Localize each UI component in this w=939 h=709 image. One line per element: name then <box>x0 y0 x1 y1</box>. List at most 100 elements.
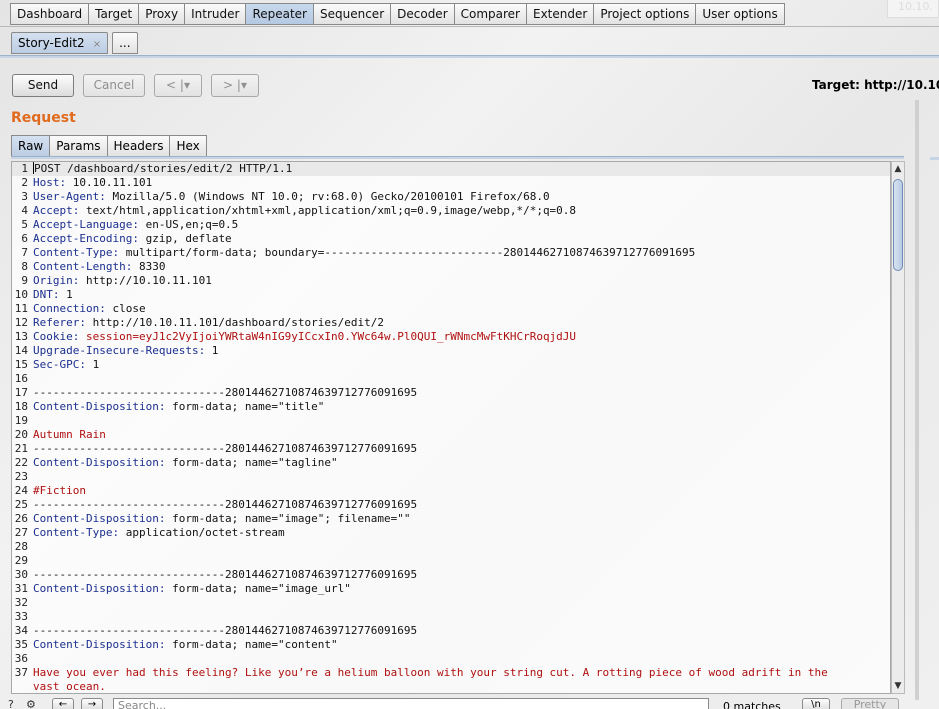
editor-line[interactable]: 21 -----------------------------280144627… <box>12 442 890 456</box>
editor-line[interactable]: 1 POST /dashboard/stories/edit/2 HTTP/1.1 <box>12 162 890 176</box>
line-number: 35 <box>14 638 28 651</box>
tab-comparer[interactable]: Comparer <box>453 3 526 25</box>
cancel-button[interactable]: Cancel <box>83 74 145 97</box>
editor-line[interactable]: 15 Sec-GPC: 1 <box>12 358 890 372</box>
editor-line[interactable]: 18 Content-Disposition: form-data; name="… <box>12 400 890 414</box>
help-icon[interactable]: ? <box>8 698 14 709</box>
scroll-down-icon[interactable]: ▼ <box>893 680 903 692</box>
line-text: Content-Disposition: form-data; name="ta… <box>33 456 338 470</box>
line-number: 17 <box>14 386 28 399</box>
editor-line[interactable]: 35 Content-Disposition: form-data; name="… <box>12 638 890 652</box>
header-value: multipart/form-data; boundary=----------… <box>119 246 696 259</box>
line-text: Sec-GPC: 1 <box>33 358 99 372</box>
target-label[interactable]: Target: http://10.10. <box>812 78 939 92</box>
tab-extender[interactable]: Extender <box>526 3 594 25</box>
header-value: Mozilla/5.0 (Windows NT 10.0; rv:68.0) G… <box>105 190 550 203</box>
line-number: 15 <box>14 358 28 371</box>
tab-headers[interactable]: Headers <box>106 135 170 157</box>
newline-toggle-button[interactable]: \n <box>802 698 830 709</box>
editor-line[interactable]: 8 Content-Length: 8330 <box>12 260 890 274</box>
request-editor[interactable]: 1 POST /dashboard/stories/edit/2 HTTP/1.1… <box>11 161 891 694</box>
editor-line[interactable]: 20 Autumn Rain <box>12 428 890 442</box>
editor-line[interactable]: 27 Content-Type: application/octet-stream <box>12 526 890 540</box>
tab-decoder[interactable]: Decoder <box>390 3 454 25</box>
editor-line[interactable]: 33 <box>12 610 890 624</box>
editor-line[interactable]: 14 Upgrade-Insecure-Requests: 1 <box>12 344 890 358</box>
tab-target[interactable]: Target <box>88 3 139 25</box>
pretty-button[interactable]: Pretty <box>841 698 899 709</box>
next-match-button[interactable]: → <box>81 698 103 709</box>
back-button[interactable]: < |▾ <box>154 74 202 97</box>
editor-line[interactable]: vast ocean. <box>12 680 890 693</box>
line-number: 14 <box>14 344 28 357</box>
line-text: Host: 10.10.11.101 <box>33 176 152 190</box>
tab-params[interactable]: Params <box>49 135 107 157</box>
line-text: Origin: http://10.10.11.101 <box>33 274 212 288</box>
response-tab-strip <box>930 157 939 160</box>
editor-line[interactable]: 29 <box>12 554 890 568</box>
header-name: Content-Disposition: <box>33 400 166 413</box>
tab-sequencer[interactable]: Sequencer <box>313 3 391 25</box>
editor-line[interactable]: 6 Accept-Encoding: gzip, deflate <box>12 232 890 246</box>
editor-line[interactable]: 19 <box>12 414 890 428</box>
send-button[interactable]: Send <box>12 74 74 97</box>
header-name: Origin: <box>33 274 80 287</box>
header-name: Host: <box>33 176 67 189</box>
new-tab-button[interactable]: ... <box>112 32 138 54</box>
request-view-tabs: Raw Params Headers Hex <box>11 135 207 157</box>
tab-label: Story-Edit2 <box>18 36 85 50</box>
search-input[interactable]: Search... <box>113 698 709 709</box>
editor-line[interactable]: 25 -----------------------------280144627… <box>12 498 890 512</box>
forward-button[interactable]: > |▾ <box>211 74 259 97</box>
editor-line[interactable]: 30 -----------------------------280144627… <box>12 568 890 582</box>
header-name: Content-Type: <box>33 246 120 259</box>
previous-match-button[interactable]: ← <box>52 698 74 709</box>
editor-line[interactable]: 10 DNT: 1 <box>12 288 890 302</box>
scrollbar-thumb[interactable] <box>893 179 903 271</box>
editor-line[interactable]: 17 -----------------------------280144627… <box>12 386 890 400</box>
tab-dashboard[interactable]: Dashboard <box>10 3 89 25</box>
editor-line[interactable]: 36 <box>12 652 890 666</box>
line-number: 28 <box>14 540 28 553</box>
editor-line[interactable]: 2 Host: 10.10.11.101 <box>12 176 890 190</box>
line-number: 7 <box>21 246 28 259</box>
scroll-up-icon[interactable]: ▲ <box>893 163 903 175</box>
editor-line[interactable]: 5 Accept-Language: en-US,en;q=0.5 <box>12 218 890 232</box>
editor-line[interactable]: 31 Content-Disposition: form-data; name="… <box>12 582 890 596</box>
tab-intruder[interactable]: Intruder <box>184 3 246 25</box>
editor-line[interactable]: 7 Content-Type: multipart/form-data; boun… <box>12 246 890 260</box>
line-number: 1 <box>21 162 28 175</box>
editor-line[interactable]: 4 Accept: text/html,application/xhtml+xml… <box>12 204 890 218</box>
gear-icon[interactable]: ⚙ <box>26 698 36 709</box>
header-value: 10.10.11.101 <box>66 176 153 189</box>
editor-line[interactable]: 37 Have you ever had this feeling? Like y… <box>12 666 890 680</box>
close-icon[interactable]: × <box>93 39 101 50</box>
tab-proxy[interactable]: Proxy <box>138 3 185 25</box>
editor-line[interactable]: 24 #Fiction <box>12 484 890 498</box>
tab-raw[interactable]: Raw <box>11 135 50 157</box>
editor-line[interactable]: 23 <box>12 470 890 484</box>
editor-line[interactable]: 32 <box>12 596 890 610</box>
line-text: Accept: text/html,application/xhtml+xml,… <box>33 204 576 218</box>
tab-story-edit2[interactable]: Story-Edit2 × <box>11 32 109 54</box>
tab-user-options[interactable]: User options <box>695 3 785 25</box>
editor-line[interactable]: 34 -----------------------------280144627… <box>12 624 890 638</box>
editor-line[interactable]: 9 Origin: http://10.10.11.101 <box>12 274 890 288</box>
tab-repeater[interactable]: Repeater <box>245 3 313 25</box>
editor-line[interactable]: 11 Connection: close <box>12 302 890 316</box>
tab-project-options[interactable]: Project options <box>593 3 696 25</box>
tab-hex[interactable]: Hex <box>169 135 207 157</box>
editor-line[interactable]: 26 Content-Disposition: form-data; name="… <box>12 512 890 526</box>
line-text: -----------------------------28014462710… <box>33 442 417 456</box>
editor-line[interactable]: 16 <box>12 372 890 386</box>
editor-line[interactable]: 28 <box>12 540 890 554</box>
editor-line[interactable]: 12 Referer: http://10.10.11.101/dashboard… <box>12 316 890 330</box>
editor-line[interactable]: 3 User-Agent: Mozilla/5.0 (Windows NT 10.… <box>12 190 890 204</box>
editor-line[interactable]: 22 Content-Disposition: form-data; name="… <box>12 456 890 470</box>
header-name: Accept-Encoding: <box>33 232 139 245</box>
editor-scrollbar[interactable]: ▲ ▼ <box>891 161 905 694</box>
line-number: 25 <box>14 498 28 511</box>
split-pane-divider[interactable] <box>915 100 919 700</box>
editor-line[interactable]: 13 Cookie: session=eyJ1c2VyIjoiYWRtaW4nIG… <box>12 330 890 344</box>
header-name: Accept-Language: <box>33 218 139 231</box>
